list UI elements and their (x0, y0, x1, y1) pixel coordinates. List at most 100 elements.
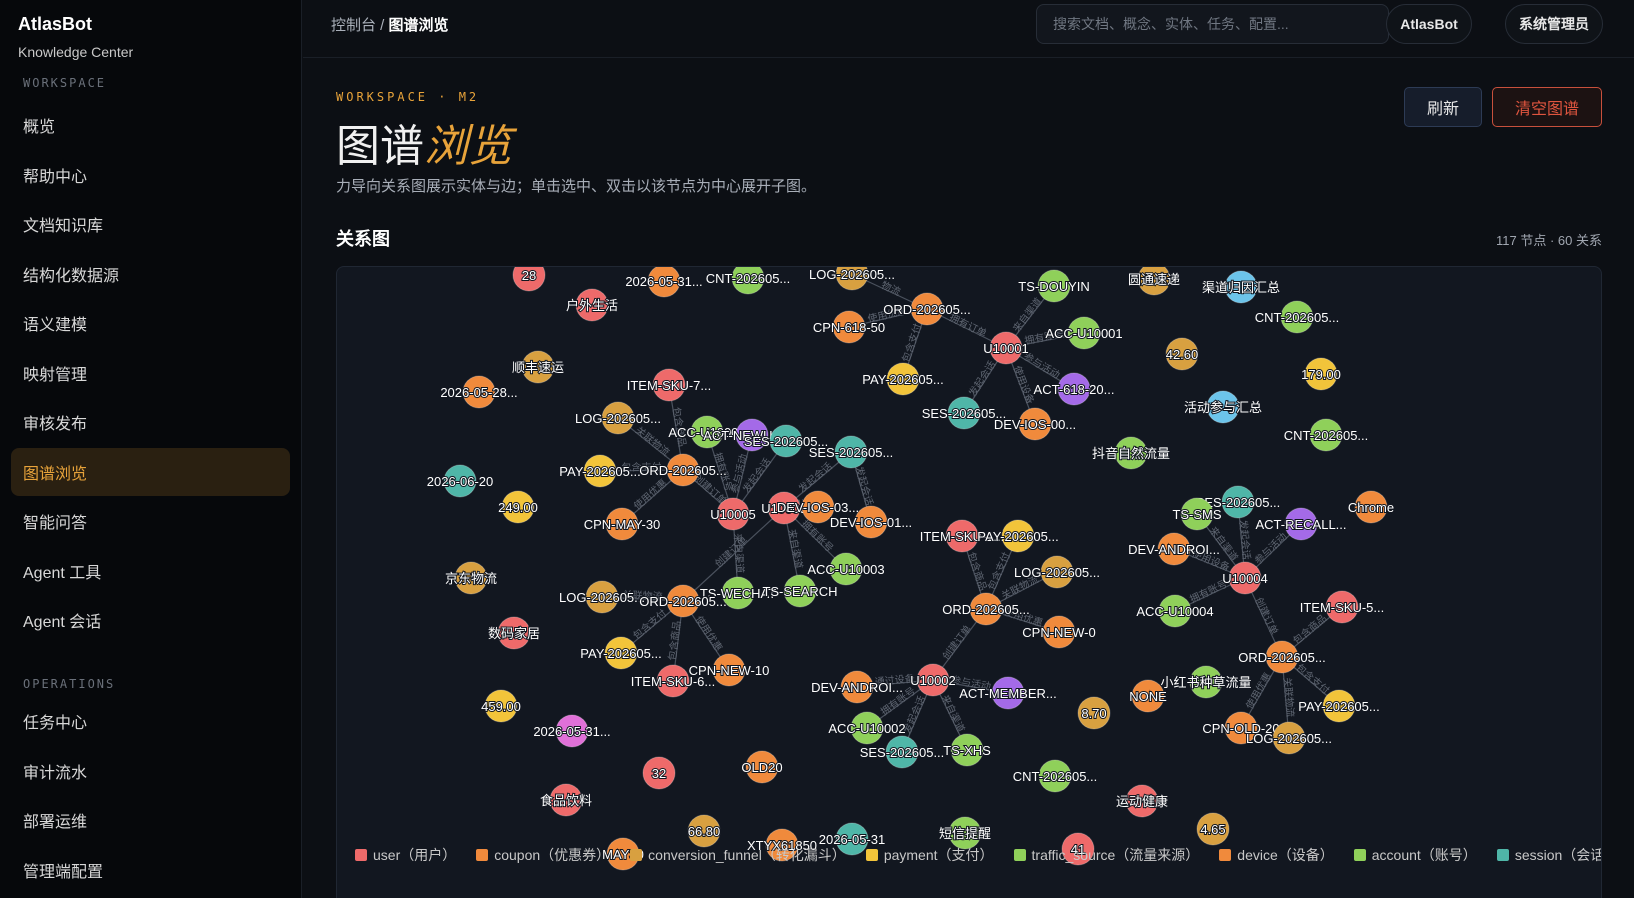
graph-node[interactable]: 京东物流 (444, 561, 498, 595)
graph-node[interactable]: 4.65 (1196, 812, 1230, 846)
breadcrumb-current: 图谱浏览 (388, 17, 449, 34)
graph-node-label: ACC-U10003 (807, 562, 884, 577)
graph-node[interactable]: ITEM-SKU-5... (1299, 590, 1385, 624)
sidebar-workspace-item-9[interactable]: Agent 工具 (11, 547, 290, 595)
graph-node[interactable]: CNT-202605... (1254, 300, 1340, 334)
graph-node[interactable]: 66.80 (687, 814, 721, 848)
graph-node[interactable]: CPN-MAY-30 (583, 507, 661, 541)
graph-node[interactable]: 食品饮料 (539, 783, 593, 817)
global-search-input[interactable] (1036, 4, 1389, 44)
graph-node[interactable]: TS-DOUYIN (1017, 269, 1091, 303)
sidebar-operations-item-2[interactable]: 部署运维 (11, 796, 290, 844)
legend-item[interactable]: user（用户） (355, 845, 456, 865)
graph-node[interactable]: 249.00 (497, 490, 539, 524)
graph-node[interactable]: 179.00 (1300, 357, 1342, 391)
graph-node[interactable]: 28 (512, 267, 546, 292)
graph-node[interactable]: 户外生活 (565, 288, 619, 322)
graph-node[interactable]: PAY-202605... (1297, 689, 1381, 723)
graph-node[interactable]: ACT-RECALL... (1254, 507, 1348, 541)
legend-label: traffic_source（流量来源） (1031, 847, 1200, 863)
graph-edge-label: 来自渠道 (785, 528, 805, 570)
legend-item[interactable]: conversion_funnel（转化漏斗） (630, 845, 846, 865)
graph-node[interactable]: 运动健康 (1115, 784, 1169, 818)
legend-item[interactable]: device（设备） (1219, 845, 1334, 865)
graph-node[interactable]: PAY-202605... (976, 519, 1060, 553)
graph-node[interactable]: 2026-06-20 (426, 464, 494, 498)
legend-label: session（会话） (1514, 847, 1601, 863)
graph-node-label: CNT-202605... (1013, 769, 1098, 784)
sidebar-workspace-item-7[interactable]: 图谱浏览 (11, 447, 290, 496)
graph-edge-label: 包含支付 (630, 606, 669, 642)
graph-node[interactable]: ACC-U10001 (1044, 316, 1124, 350)
graph-node[interactable]: 数码家居 (487, 616, 541, 650)
sidebar-workspace-item-8[interactable]: 智能问答 (11, 497, 290, 545)
legend-item[interactable]: payment（支付） (865, 845, 994, 865)
graph-node[interactable]: CNT-202605... (705, 267, 791, 295)
legend-item[interactable]: traffic_source（流量来源） (1013, 845, 1200, 865)
sidebar-workspace-item-5[interactable]: 映射管理 (11, 349, 290, 397)
graph-node[interactable]: 顺丰速运 (511, 350, 565, 384)
graph-node[interactable]: ACC-U10003 (806, 552, 886, 586)
sidebar-workspace-item-1[interactable]: 帮助中心 (11, 151, 290, 199)
breadcrumb-parent[interactable]: 控制台 / (331, 17, 384, 34)
sidebar-workspace-item-0[interactable]: 概览 (11, 101, 290, 149)
graph-node[interactable]: 42.60 (1165, 337, 1199, 371)
graph-node-label: ORD-202605... (883, 302, 970, 317)
product-switcher-button[interactable]: AtlasBot (1386, 4, 1472, 44)
graph-node[interactable]: 小红书种草流量 (1159, 665, 1253, 699)
graph-node[interactable]: PAY-202605... (579, 636, 663, 670)
graph-node-label: CNT-202605... (706, 271, 791, 286)
graph-node[interactable]: 2026-05-31... (624, 267, 704, 298)
graph-node-label: PAY-202605... (559, 464, 640, 479)
graph-node-label: 4.65 (1200, 822, 1225, 837)
legend-item[interactable]: coupon（优惠券） (476, 845, 610, 865)
graph-node[interactable]: PAY-202605... (558, 454, 642, 488)
sidebar-workspace-item-2[interactable]: 文档知识库 (11, 200, 290, 248)
graph-node[interactable]: ACT-618-20... (1033, 372, 1115, 406)
clear-graph-button[interactable]: 清空图谱 (1492, 87, 1602, 127)
legend-item[interactable]: account（账号） (1353, 845, 1477, 865)
legend-item[interactable]: session（会话） (1496, 845, 1601, 865)
user-menu-button[interactable]: 系统管理员 (1505, 4, 1603, 44)
graph-node[interactable]: 8.70 (1077, 696, 1111, 730)
graph-edge-label: 关联物流 (1281, 677, 1297, 718)
graph-node-label: 2026-06-20 (427, 474, 494, 489)
graph-node[interactable]: PAY-202605... (861, 362, 945, 396)
graph-node[interactable]: OLD20 (740, 750, 784, 784)
graph-node[interactable]: CNT-202605... (1012, 759, 1098, 793)
graph-node-label: 2026-05-28... (440, 385, 517, 400)
graph-node[interactable]: LOG-202605... (574, 401, 662, 435)
graph-canvas[interactable]: 拥有订单 来自渠道 拥有账号 参与活动 发起会话 使用设备 使用优惠 包含支付 物流 创建订单 拥有… (336, 266, 1602, 898)
graph-node[interactable]: Chrome (1347, 490, 1395, 524)
graph-node[interactable]: TS-SEARCH (761, 574, 839, 608)
graph-node[interactable]: 2026-05-31... (532, 714, 612, 748)
graph-node[interactable]: 32 (642, 756, 676, 790)
page-title: 图谱浏览 (336, 110, 512, 174)
graph-edge-label: 关联物流 (633, 424, 672, 459)
graph-node[interactable]: LOG-202605... (558, 580, 646, 614)
graph-node[interactable]: ORD-202605... (1237, 640, 1327, 674)
sidebar-operations-item-3[interactable]: 管理端配置 (11, 846, 290, 894)
sidebar-operations-item-0[interactable]: 任务中心 (11, 697, 290, 745)
graph-node-label: ACT-MEMBER... (959, 686, 1057, 701)
graph-node[interactable]: 459.00 (480, 689, 522, 723)
sidebar-workspace-item-10[interactable]: Agent 会话 (11, 596, 290, 644)
workspace-section-label: WORKSPACE (23, 76, 107, 90)
graph-svg[interactable]: 拥有订单 来自渠道拥有账号参与活动发起会话 使用设备使用优惠包含支付物流创建订单拥有… (337, 267, 1602, 898)
graph-node[interactable]: 活动参与汇总 (1183, 390, 1263, 424)
sidebar-workspace-item-3[interactable]: 结构化数据源 (11, 250, 290, 298)
sidebar-workspace-item-6[interactable]: 审核发布 (11, 398, 290, 446)
graph-node[interactable]: 抖音自然流量 (1091, 436, 1171, 470)
graph-node[interactable]: ITEM-SKU-7... (626, 368, 712, 402)
sidebar-operations-item-1[interactable]: 审计流水 (11, 747, 290, 795)
graph-node[interactable]: CNT-202605... (1283, 418, 1369, 452)
graph-node[interactable]: TS-XHS (942, 733, 992, 767)
graph-node-label: U10005 (710, 507, 756, 522)
graph-node-label: ACC-U10002 (828, 721, 905, 736)
graph-node[interactable]: 圆通速递 (1127, 267, 1181, 296)
refresh-button[interactable]: 刷新 (1404, 87, 1482, 127)
graph-node[interactable]: 2026-05-28... (439, 375, 519, 409)
graph-section-title: 关系图 (336, 229, 390, 249)
graph-node[interactable]: 渠道归因汇总 (1201, 270, 1281, 304)
sidebar-workspace-item-4[interactable]: 语义建模 (11, 299, 290, 347)
